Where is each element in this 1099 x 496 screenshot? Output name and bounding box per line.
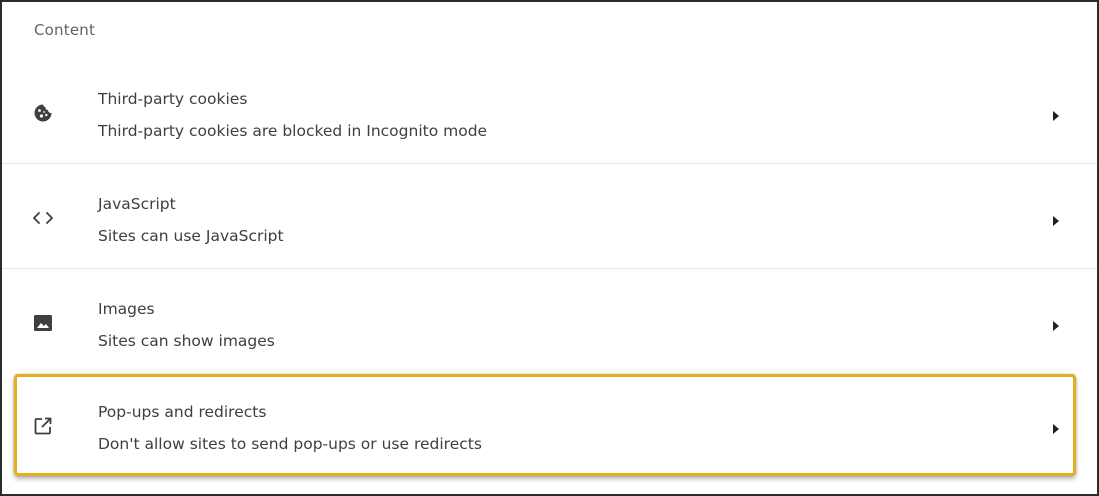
image-icon <box>32 312 54 334</box>
arrow-right-icon[interactable] <box>1051 107 1061 121</box>
row-title: Images <box>98 300 155 318</box>
row-title: Third-party cookies <box>98 90 248 108</box>
arrow-right-icon[interactable] <box>1051 317 1061 331</box>
arrow-right-icon[interactable] <box>1051 420 1061 434</box>
row-subtitle: Sites can show images <box>98 332 275 350</box>
row-subtitle: Sites can use JavaScript <box>98 227 284 245</box>
section-title: Content <box>34 21 96 39</box>
row-images[interactable]: Images Sites can show images <box>2 270 1097 374</box>
code-icon <box>32 207 54 229</box>
row-popups-and-redirects[interactable]: Pop-ups and redirects Don't allow sites … <box>2 373 1097 477</box>
row-title: Pop-ups and redirects <box>98 403 267 421</box>
cookie-icon <box>32 102 54 124</box>
row-javascript[interactable]: JavaScript Sites can use JavaScript <box>2 165 1097 269</box>
row-subtitle: Don't allow sites to send pop-ups or use… <box>98 435 482 453</box>
row-subtitle: Third-party cookies are blocked in Incog… <box>98 122 488 140</box>
open-in-new-icon <box>32 415 54 437</box>
row-third-party-cookies[interactable]: Third-party cookies Third-party cookies … <box>2 60 1097 164</box>
arrow-right-icon[interactable] <box>1051 212 1061 226</box>
row-title: JavaScript <box>98 195 176 213</box>
content-settings-panel: Content Third-party cookies Third-party … <box>0 0 1099 496</box>
